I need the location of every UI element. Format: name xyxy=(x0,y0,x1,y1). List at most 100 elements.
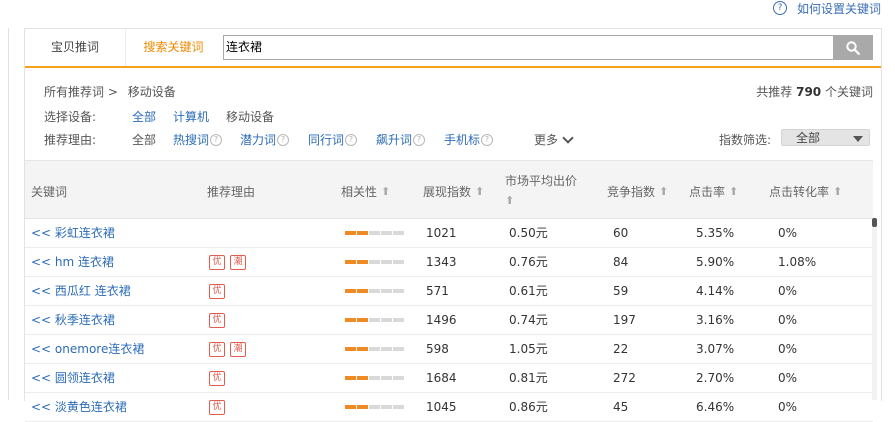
relevance-bar xyxy=(345,376,404,380)
total-suffix: 个关键词 xyxy=(824,85,873,99)
keyword-table: 关键词 推荐理由 相关性 ⬆ 展现指数 ⬆ 市场平均出价 ⬆ 竞争指数 ⬆ 点击率 ⬆ … xyxy=(25,160,873,422)
col-display[interactable]: 展现指数 ⬆ xyxy=(423,183,484,200)
question-icon[interactable]: ? xyxy=(481,133,494,146)
ctr-cell: 6.46% xyxy=(696,400,735,414)
table-body: << 彩虹连衣裙 1021 0.50元 60 5.35% 0% << hm 连衣裙 1343 0… xyxy=(25,219,873,422)
reason-rising[interactable]: 飙升词? xyxy=(376,131,426,148)
col-ctr-label: 点击率 xyxy=(689,185,726,199)
reason-tag-badge: 潮 xyxy=(230,342,246,357)
relevance-segment xyxy=(381,405,392,409)
question-icon[interactable]: ? xyxy=(210,133,223,146)
search-button[interactable] xyxy=(833,35,873,60)
chevron-down-icon xyxy=(562,131,574,144)
question-icon: ? xyxy=(772,1,787,15)
total-prefix: 共推荐 xyxy=(756,85,793,99)
vertical-scrollbar[interactable] xyxy=(872,218,877,400)
relevance-segment xyxy=(393,318,404,322)
col-competition[interactable]: 竞争指数 ⬆ xyxy=(607,183,668,200)
relevance-segment xyxy=(393,405,404,409)
col-display-label: 展现指数 xyxy=(423,185,472,199)
relevance-segment xyxy=(357,231,368,235)
col-keyword-label: 关键词 xyxy=(31,185,68,199)
keyword-cell[interactable]: << 圆领连衣裙 xyxy=(31,364,115,392)
tab-bar: 宝贝推词 搜索关键词 xyxy=(25,29,881,68)
relevance-segment xyxy=(345,260,356,264)
tab-search-keywords[interactable]: 搜索关键词 xyxy=(126,29,221,66)
relevance-segment xyxy=(357,289,368,293)
keyword-panel: 宝贝推词 搜索关键词 所有推荐词 > 移动设备 共推荐 790 个关键词 选择设… xyxy=(24,28,882,422)
keyword-cell[interactable]: << 西瓜红 连衣裙 xyxy=(31,277,131,305)
breadcrumb-root[interactable]: 所有推荐词 > xyxy=(44,85,118,99)
relevance-segment xyxy=(393,231,404,235)
keyword-cell[interactable]: << 彩虹连衣裙 xyxy=(31,219,115,247)
cvr-cell: 0% xyxy=(778,371,798,385)
competition-cell: 197 xyxy=(613,313,636,327)
keyword-cell[interactable]: << onemore连衣裙 xyxy=(31,335,144,363)
keyword-cell[interactable]: << 淡黄色连衣裙 xyxy=(31,393,127,421)
ctr-cell: 5.90% xyxy=(696,255,735,269)
display-index-cell: 1045 xyxy=(426,400,457,414)
reason-tags: 优潮 xyxy=(209,342,246,357)
keyword-cell[interactable]: << hm 连衣裙 xyxy=(31,248,114,276)
relevance-segment xyxy=(393,376,404,380)
device-option-all[interactable]: 全部 xyxy=(132,108,156,125)
reason-potential-label: 潜力词 xyxy=(240,133,277,147)
cvr-cell: 0% xyxy=(778,400,798,414)
display-index-cell: 571 xyxy=(426,284,449,298)
relevance-segment xyxy=(345,405,356,409)
more-label: 更多 xyxy=(534,133,559,147)
reason-hot[interactable]: 热搜词? xyxy=(173,131,223,148)
relevance-segment xyxy=(345,231,356,235)
caret-down-icon xyxy=(853,136,863,142)
device-option-mobile[interactable]: 移动设备 xyxy=(226,108,274,125)
sort-arrow-icon[interactable]: ⬆ xyxy=(475,185,484,198)
col-cvr[interactable]: 点击转化率 ⬆ xyxy=(769,183,842,200)
sort-arrow-icon[interactable]: ⬆ xyxy=(381,185,390,198)
display-index-cell: 1021 xyxy=(426,226,457,240)
relevance-segment xyxy=(357,318,368,322)
relevance-segment xyxy=(369,289,380,293)
keyword-cell[interactable]: << 秋季连衣裙 xyxy=(31,306,115,334)
relevance-segment xyxy=(345,289,356,293)
question-icon[interactable]: ? xyxy=(345,133,358,146)
cvr-cell: 0% xyxy=(778,313,798,327)
avg-price-cell: 0.74元 xyxy=(509,313,548,327)
reason-potential[interactable]: 潜力词? xyxy=(240,131,290,148)
avg-price-cell: 0.61元 xyxy=(509,284,548,298)
sort-arrow-icon[interactable]: ⬆ xyxy=(505,191,577,211)
more-reasons-button[interactable]: 更多 xyxy=(534,131,574,148)
reason-tags: 优 xyxy=(209,284,225,299)
col-price[interactable]: 市场平均出价 ⬆ xyxy=(505,171,577,211)
avg-price-cell: 0.81元 xyxy=(509,371,548,385)
col-reason: 推荐理由 xyxy=(207,183,255,200)
col-ctr[interactable]: 点击率 ⬆ xyxy=(689,183,738,200)
sort-arrow-icon[interactable]: ⬆ xyxy=(833,185,842,198)
reason-tags: 优 xyxy=(209,400,225,415)
relevance-segment xyxy=(393,347,404,351)
reason-tag-badge: 优 xyxy=(209,313,225,328)
index-filter-select[interactable]: 全部 xyxy=(781,129,870,146)
sort-arrow-icon[interactable]: ⬆ xyxy=(659,185,668,198)
reason-mobile[interactable]: 手机标? xyxy=(444,131,494,148)
relevance-segment xyxy=(369,231,380,235)
search-box xyxy=(223,35,835,60)
avg-price-cell: 0.86元 xyxy=(509,400,548,414)
question-icon[interactable]: ? xyxy=(413,133,426,146)
relevance-bar xyxy=(345,231,404,235)
col-relevance[interactable]: 相关性 ⬆ xyxy=(341,183,390,200)
relevance-segment xyxy=(393,260,404,264)
relevance-segment xyxy=(381,376,392,380)
reason-peer[interactable]: 同行词? xyxy=(308,131,358,148)
device-option-computer[interactable]: 计算机 xyxy=(173,108,209,125)
help-link[interactable]: ? 如何设置关键词 xyxy=(772,0,881,16)
sort-arrow-icon[interactable]: ⬆ xyxy=(729,185,738,198)
question-icon[interactable]: ? xyxy=(277,133,290,146)
search-input[interactable] xyxy=(224,36,816,57)
tab-item-recommend[interactable]: 宝贝推词 xyxy=(25,29,126,66)
reason-all[interactable]: 全部 xyxy=(132,131,156,148)
reason-hot-label: 热搜词 xyxy=(173,133,210,147)
scrollbar-thumb[interactable] xyxy=(872,218,877,227)
reason-tag-badge: 优 xyxy=(209,284,225,299)
competition-cell: 22 xyxy=(613,342,629,356)
competition-cell: 59 xyxy=(613,284,629,298)
